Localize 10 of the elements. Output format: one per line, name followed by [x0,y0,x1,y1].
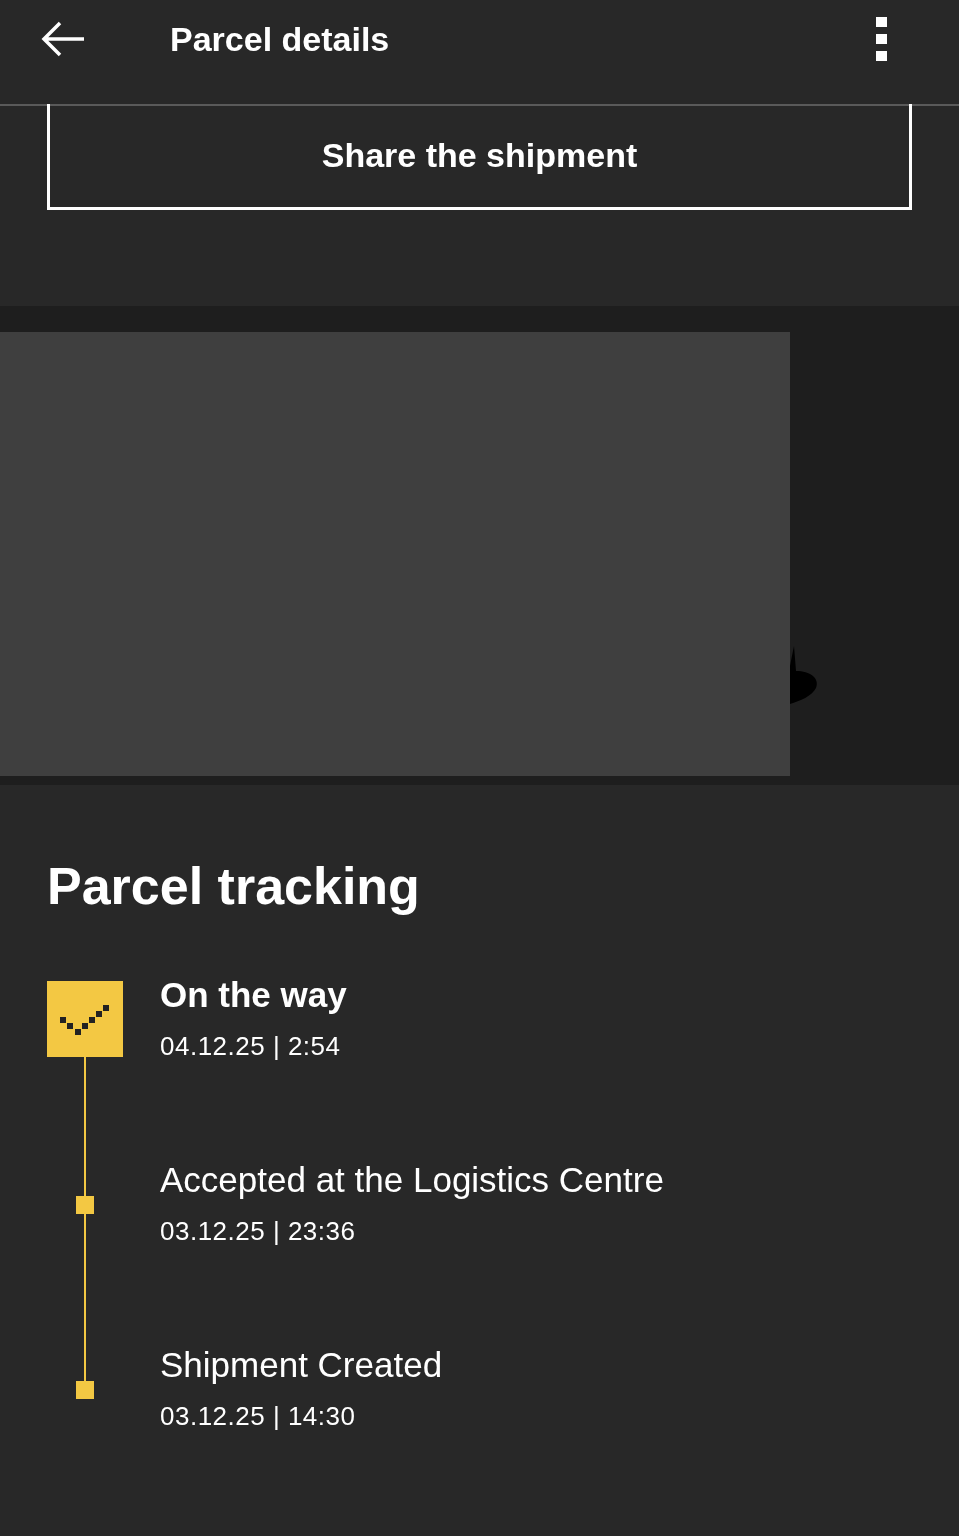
event-timestamp: 03.12.25 | 23:36 [160,1216,357,1247]
section-title: Parcel tracking [47,856,421,917]
event-title: Shipment Created [160,1344,443,1386]
more-options-icon[interactable] [876,17,888,61]
event-timestamp: 03.12.25 | 14:30 [160,1401,357,1432]
event-title: Accepted at the Logistics Centre [160,1159,664,1201]
screen-title: Parcel details [170,19,390,59]
event-title: On the way [160,974,347,1016]
share-button[interactable]: Share the shipment [47,104,912,210]
event-timestamp: 04.12.25 | 2:54 [160,1031,342,1062]
